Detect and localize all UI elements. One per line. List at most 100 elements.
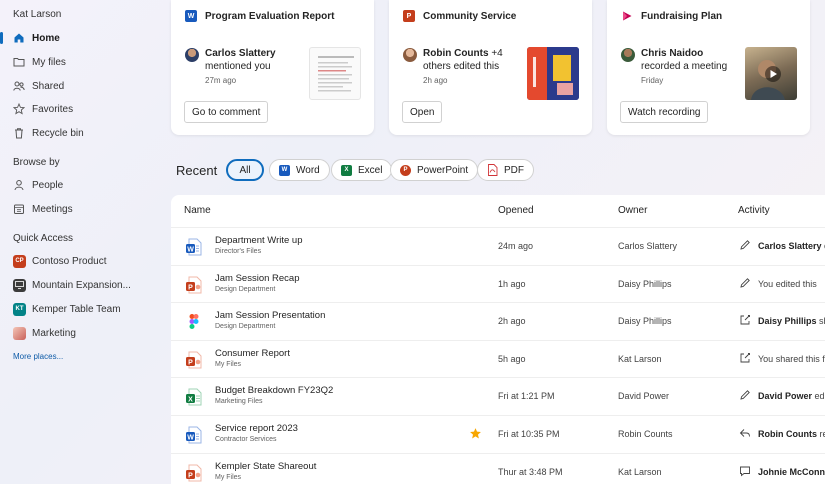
person-icon — [13, 179, 25, 191]
card-community-service[interactable]: P Community Service Robin Counts +4 othe… — [389, 0, 592, 135]
activity-person: Johnie McConnell — [758, 466, 825, 477]
comment-icon — [739, 465, 751, 477]
svg-text:W: W — [187, 434, 194, 441]
table-row[interactable]: W Department Write up Director's Files 24m … — [171, 227, 825, 264]
file-name[interactable]: Consumer Report — [215, 348, 290, 359]
nav-label: Home — [32, 32, 60, 44]
column-header-opened[interactable]: Opened — [498, 205, 534, 216]
activity-person: David Power — [758, 391, 813, 402]
file-name[interactable]: Kempler State Shareout — [215, 461, 316, 472]
file-location: My Files — [215, 473, 242, 481]
table-row[interactable]: X Budget Breakdown FY23Q2 Marketing Files F… — [171, 377, 825, 414]
card-activity: Carlos Slattery mentioned you 27m ago — [185, 48, 276, 85]
figma-file-icon — [185, 313, 203, 331]
quick-access-mountain-expansion[interactable]: Mountain Expansion... — [0, 274, 150, 296]
filter-pdf[interactable]: PDF — [477, 159, 534, 181]
card-header: P Community Service — [403, 10, 516, 22]
video-thumbnail[interactable] — [745, 47, 797, 100]
activity-action: edited this — [822, 241, 825, 251]
card-person-name: Carlos Slattery — [205, 48, 276, 59]
nav-label: Meetings — [32, 203, 73, 215]
file-name[interactable]: Department Write up — [215, 235, 302, 246]
column-header-activity[interactable]: Activity — [738, 205, 770, 216]
owner-name: David Power — [618, 391, 670, 402]
nav-label: People — [32, 179, 64, 191]
column-header-name[interactable]: Name — [184, 205, 211, 216]
share-icon — [739, 352, 751, 364]
quick-access-kemper-table-team[interactable]: KT Kemper Table Team — [0, 298, 150, 320]
quick-access-heading: Quick Access — [13, 233, 74, 244]
document-thumbnail — [309, 47, 361, 100]
filter-excel[interactable]: X Excel — [331, 159, 393, 181]
filter-label: Word — [296, 164, 320, 176]
owner-name: Carlos Slattery — [618, 241, 678, 251]
nav-people[interactable]: People — [0, 174, 150, 196]
activity-text: You shared this file — [758, 354, 825, 364]
nav-shared[interactable]: Shared — [0, 75, 150, 97]
powerpoint-file-icon: P — [185, 351, 203, 369]
more-places-link[interactable]: More places... — [13, 352, 63, 361]
filter-powerpoint[interactable]: P PowerPoint — [390, 159, 479, 181]
table-row[interactable]: P Kempler State Shareout My Files Thur at 3… — [171, 452, 825, 484]
quick-access-marketing[interactable]: Marketing — [0, 322, 150, 344]
table-row[interactable]: Jam Session Presentation Design Departmen… — [171, 302, 825, 339]
card-title: Community Service — [423, 10, 517, 22]
home-icon — [13, 32, 25, 44]
opened-time: Thur at 3:48 PM — [498, 466, 563, 477]
quick-access-contoso-product[interactable]: CP Contoso Product — [0, 250, 150, 272]
avatar — [621, 48, 635, 62]
nav-my-files[interactable]: My files — [0, 51, 150, 73]
filter-label: All — [239, 164, 251, 176]
favorite-star-icon[interactable] — [469, 427, 482, 440]
go-to-comment-button[interactable]: Go to comment — [184, 101, 269, 123]
file-name[interactable]: Jam Session Presentation — [215, 310, 325, 321]
table-row[interactable]: P Jam Session Recap Design Department 1h ag… — [171, 264, 825, 302]
opened-time: 1h ago — [498, 278, 526, 289]
card-program-evaluation-report[interactable]: W Program Evaluation Report Carlos Slatt… — [171, 0, 374, 135]
word-file-icon: W — [185, 238, 203, 256]
share-icon — [739, 314, 751, 326]
table-row[interactable]: W Service report 2023 Contractor Services F… — [171, 415, 825, 452]
nav-recycle-bin[interactable]: Recycle bin — [0, 122, 150, 144]
owner-name: Kat Larson — [618, 353, 662, 364]
file-location: Design Department — [215, 285, 276, 293]
filter-word[interactable]: W Word — [269, 159, 330, 181]
activity-text: Carlos Slattery edited this — [758, 241, 825, 251]
activity-text: You edited this — [758, 279, 817, 289]
card-activity: Robin Counts +4 others edited this 2h ag… — [403, 48, 503, 85]
file-location: Design Department — [215, 323, 276, 331]
card-time: Friday — [641, 76, 664, 85]
card-person-name: Chris Naidoo — [641, 48, 704, 59]
column-header-owner[interactable]: Owner — [618, 205, 647, 216]
excel-file-icon: X — [185, 388, 203, 406]
user-name: Kat Larson — [13, 9, 62, 20]
nav-favorites[interactable]: Favorites — [0, 98, 150, 120]
trash-icon — [13, 127, 25, 139]
opened-time: 24m ago — [498, 241, 534, 251]
nav-home[interactable]: Home — [0, 27, 150, 49]
powerpoint-icon: P — [400, 164, 411, 176]
open-button[interactable]: Open — [402, 101, 443, 123]
card-title: Fundraising Plan — [641, 10, 723, 22]
card-title: Program Evaluation Report — [205, 10, 335, 22]
filter-all[interactable]: All — [226, 159, 264, 181]
activity-text: David Power edited this — [758, 391, 825, 401]
watch-recording-button[interactable]: Watch recording — [620, 101, 709, 123]
card-fundraising-plan[interactable]: Fundraising Plan Chris Naidoo recorded a… — [607, 0, 810, 135]
nav-label: Favorites — [32, 103, 74, 115]
avatar — [403, 48, 417, 62]
table-row[interactable]: P Consumer Report My Files 5h ago Kat Larson… — [171, 339, 825, 377]
owner-name: Daisy Phillips — [618, 316, 672, 327]
file-name[interactable]: Budget Breakdown FY23Q2 — [215, 385, 333, 396]
file-name[interactable]: Jam Session Recap — [215, 273, 299, 284]
activity-person: Carlos Slattery — [758, 241, 822, 251]
avatar — [185, 48, 199, 62]
card-header: Fundraising Plan — [621, 10, 722, 22]
opened-time: 5h ago — [498, 353, 526, 364]
activity-action: shared this — [819, 316, 825, 327]
file-name[interactable]: Service report 2023 — [215, 423, 298, 434]
nav-meetings[interactable]: Meetings — [0, 198, 150, 220]
owner-name: Daisy Phillips — [618, 278, 672, 289]
activity-text: Johnie McConnell commented — [758, 467, 825, 477]
reply-icon — [739, 427, 751, 439]
